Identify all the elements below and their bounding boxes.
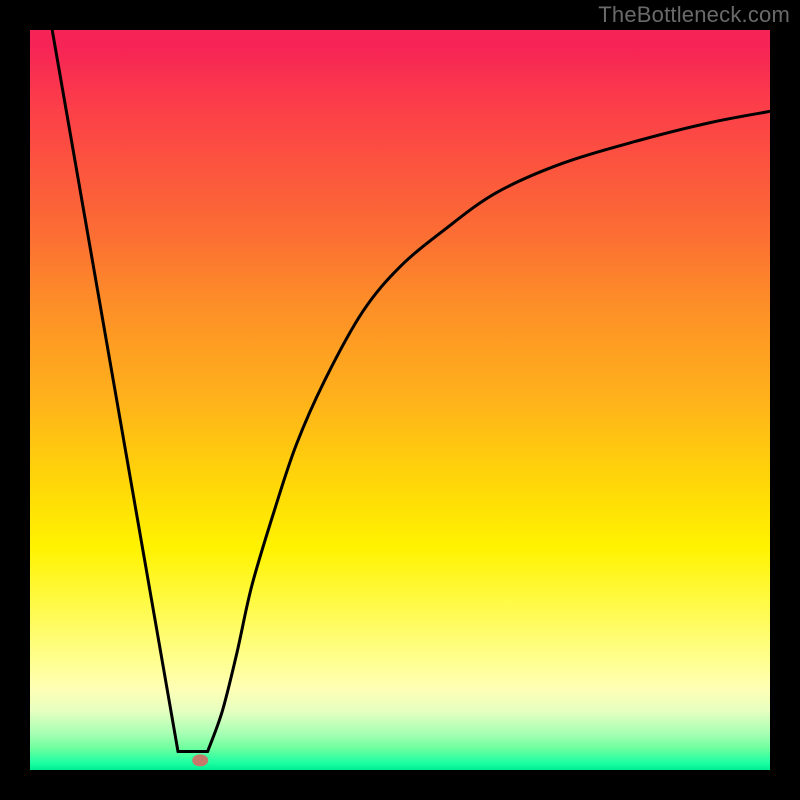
plot-area <box>30 30 770 770</box>
watermark-text: TheBottleneck.com <box>598 2 790 28</box>
curve-left-segment <box>52 30 178 752</box>
curve-right-segment <box>208 111 770 751</box>
chart-frame: TheBottleneck.com <box>0 0 800 800</box>
optimum-marker <box>192 754 208 766</box>
plot-svg <box>30 30 770 770</box>
